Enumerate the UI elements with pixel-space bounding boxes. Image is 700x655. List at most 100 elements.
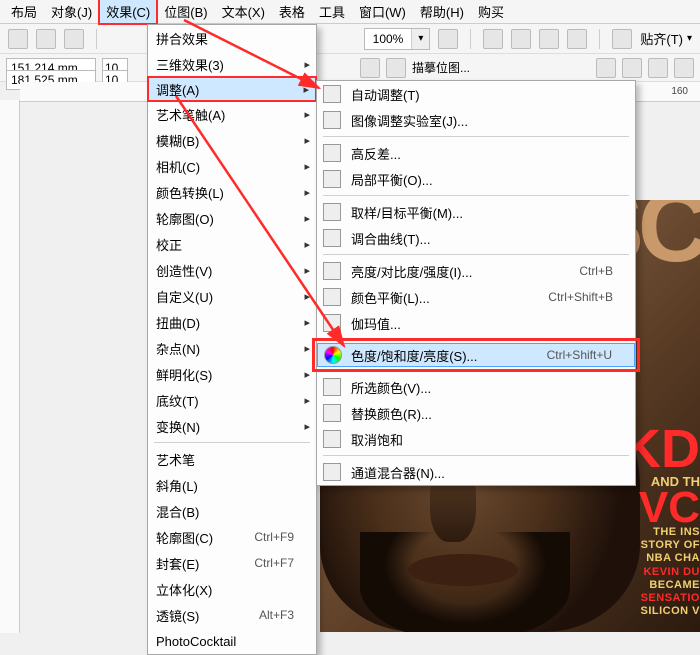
fullscreen-icon[interactable] [438,29,458,49]
view-icon[interactable] [567,29,587,49]
menu-separator [323,195,629,196]
menuitem-desaturate[interactable]: 取消饱和 [317,426,635,452]
menuitem-replace-color[interactable]: 替换颜色(R)... [317,400,635,426]
desaturate-icon [323,430,341,448]
contrast-icon [323,144,341,162]
guides-icon[interactable] [539,29,559,49]
trace-icon-2[interactable] [386,58,406,78]
menu-help[interactable]: 帮助(H) [413,0,471,24]
auto-icon [323,85,341,103]
standard-toolbar: 100% ▾ 贴齐(T) ▾ [0,24,700,54]
menuitem-3d[interactable]: 三维效果(3)▸ [148,51,316,77]
paste-icon[interactable] [36,29,56,49]
gamma-icon [323,314,341,332]
sample-icon [323,203,341,221]
snap-label: 贴齐(T) [640,29,683,48]
menuitem-bevel[interactable]: 斜角(L) [148,472,316,498]
menuitem-channel-mixer[interactable]: 通道混合器(N)... [317,459,635,485]
lab-icon [323,111,341,129]
menuitem-transform[interactable]: 变换(N)▸ [148,413,316,439]
menuitem-image-lab[interactable]: 图像调整实验室(J)... [317,107,635,133]
mixer-icon [323,463,341,481]
grid-icon[interactable] [483,29,503,49]
menuitem-creative[interactable]: 创造性(V)▸ [148,257,316,283]
menuitem-noise[interactable]: 杂点(N)▸ [148,335,316,361]
chevron-down-icon: ▾ [687,33,692,44]
curve-icon [323,229,341,247]
menuitem-flatten[interactable]: 拼合效果 [148,25,316,51]
menu-buy[interactable]: 购买 [471,0,511,24]
separator [470,29,471,49]
chevron-down-icon[interactable]: ▾ [411,29,429,49]
menu-separator [154,442,310,443]
menuitem-local-equalize[interactable]: 局部平衡(O)... [317,166,635,192]
menu-layout[interactable]: 布局 [4,0,44,24]
zoom-combo[interactable]: 100% ▾ [364,28,431,50]
separator [96,29,97,49]
submenu-arrow-icon: ▸ [304,58,310,71]
menuitem-high-contrast[interactable]: 高反差... [317,140,635,166]
menuitem-contour[interactable]: 轮廓图(O)▸ [148,205,316,231]
clipboard-icon[interactable] [64,29,84,49]
submenu-arrow-icon: ▸ [303,83,309,96]
equalize-icon [323,170,341,188]
flip-h-icon[interactable] [596,58,616,78]
menu-table[interactable]: 表格 [272,0,312,24]
menuitem-adjust[interactable]: 调整(A)▸ [148,77,316,101]
copy-icon[interactable] [8,29,28,49]
trace-icon[interactable] [360,58,380,78]
menuitem-brightness[interactable]: 亮度/对比度/强度(I)...Ctrl+B [317,258,635,284]
menuitem-contour-tool[interactable]: 轮廓图(C)Ctrl+F9 [148,524,316,550]
menuitem-photococktail[interactable]: PhotoCocktail [148,628,316,654]
vertical-ruler [0,100,20,633]
menuitem-distort[interactable]: 扭曲(D)▸ [148,309,316,335]
menuitem-auto-adjust[interactable]: 自动调整(T) [317,81,635,107]
menuitem-custom[interactable]: 自定义(U)▸ [148,283,316,309]
menu-bitmap[interactable]: 位图(B) [157,0,214,24]
menuitem-sharpen[interactable]: 鲜明化(S)▸ [148,361,316,387]
menu-tools[interactable]: 工具 [312,0,352,24]
menuitem-blend[interactable]: 混合(B) [148,498,316,524]
menuitem-artistic-media[interactable]: 艺术笔 [148,446,316,472]
menuitem-tone-curve[interactable]: 调合曲线(T)... [317,225,635,251]
menu-object[interactable]: 对象(J) [44,0,99,24]
menu-window[interactable]: 窗口(W) [352,0,413,24]
menu-separator [323,136,629,137]
menuitem-lens[interactable]: 透镜(S)Alt+F3 [148,602,316,628]
menuitem-sample-target[interactable]: 取样/目标平衡(M)... [317,199,635,225]
trace-bitmap-label[interactable]: 描摹位图... [412,59,470,76]
select-color-icon [323,378,341,396]
adjust-submenu: 自动调整(T) 图像调整实验室(J)... 高反差... 局部平衡(O)... … [316,80,636,486]
menuitem-blur[interactable]: 模糊(B)▸ [148,127,316,153]
ruler-icon[interactable] [511,29,531,49]
menu-separator [323,455,629,456]
menuitem-color-balance[interactable]: 颜色平衡(L)...Ctrl+Shift+B [317,284,635,310]
menu-separator [323,339,629,340]
menuitem-envelope[interactable]: 封套(E)Ctrl+F7 [148,550,316,576]
menuitem-correction[interactable]: 校正▸ [148,231,316,257]
menuitem-camera[interactable]: 相机(C)▸ [148,153,316,179]
menuitem-selective-color[interactable]: 所选颜色(V)... [317,374,635,400]
menu-text[interactable]: 文本(X) [215,0,272,24]
replace-icon [323,404,341,422]
menuitem-art-strokes[interactable]: 艺术笔触(A)▸ [148,101,316,127]
menuitem-texture[interactable]: 底纹(T)▸ [148,387,316,413]
crop-icon[interactable] [648,58,668,78]
menuitem-extrude[interactable]: 立体化(X) [148,576,316,602]
snap-dropdown[interactable]: 贴齐(T) ▾ [640,29,692,48]
menuitem-gamma[interactable]: 伽玛值... [317,310,635,336]
effects-dropdown-menu: 拼合效果 三维效果(3)▸ 调整(A)▸ 艺术笔触(A)▸ 模糊(B)▸ 相机(… [147,24,317,655]
zoom-value: 100% [365,32,412,46]
menu-separator [323,370,629,371]
flip-v-icon[interactable] [622,58,642,78]
hsl-icon [324,346,342,364]
export-icon[interactable] [612,29,632,49]
menuitem-color-transform[interactable]: 颜色转换(L)▸ [148,179,316,205]
menubar: 布局 对象(J) 效果(C) 位图(B) 文本(X) 表格 工具 窗口(W) 帮… [0,0,700,24]
separator [599,29,600,49]
edit-icon[interactable] [674,58,694,78]
brightness-icon [323,262,341,280]
menuitem-hue-saturation[interactable]: 色度/饱和度/亮度(S)...Ctrl+Shift+U [317,343,635,367]
balance-icon [323,288,341,306]
menu-effects[interactable]: 效果(C) [99,0,157,24]
